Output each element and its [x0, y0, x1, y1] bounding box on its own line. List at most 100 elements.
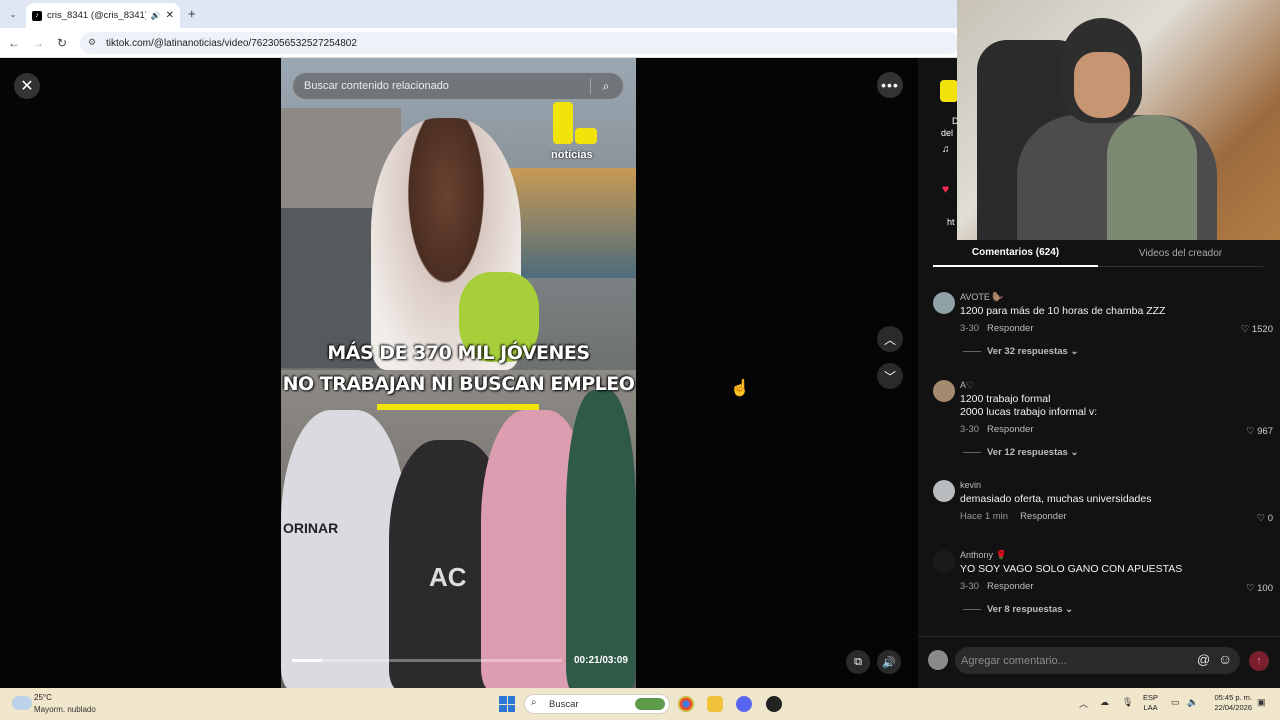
avatar[interactable]: [933, 480, 955, 502]
comment-text: 1200 para más de 10 horas de chamba ZZZ: [960, 305, 1166, 317]
mention-icon[interactable]: @: [1197, 652, 1210, 667]
avatar[interactable]: [933, 380, 955, 402]
chevron-up-icon[interactable]: ︿: [1079, 697, 1088, 710]
speaker-icon[interactable]: 🔊: [151, 11, 161, 20]
comment-date: Hace 1 min: [960, 511, 1009, 522]
chrome-icon[interactable]: [678, 696, 694, 712]
comment-placeholder: Agregar comentario...: [961, 654, 1067, 667]
video-progress-bar[interactable]: [292, 659, 562, 662]
face-shape: [1074, 52, 1130, 118]
reload-button[interactable]: ↻: [52, 33, 72, 53]
view-replies-button[interactable]: Ver 8 respuestas ⌄: [963, 604, 1073, 615]
replies-label: Ver 8 respuestas: [987, 604, 1063, 615]
comment-meta: 3-30 Responder: [960, 581, 1034, 592]
address-bar[interactable]: ⚙ tiktok.com/@latinanoticias/video/76230…: [80, 32, 960, 54]
microphone-icon[interactable]: 🎙: [1122, 697, 1133, 708]
search-icon: ⌕: [531, 697, 537, 708]
heart-outline-icon: ♡: [1256, 513, 1266, 524]
comment-text-line-1: 1200 trabajo formal: [960, 393, 1051, 405]
headline-underline: [377, 404, 539, 410]
avatar[interactable]: [933, 550, 955, 572]
close-icon[interactable]: ✕: [14, 73, 40, 99]
video-progress-fill: [292, 659, 322, 662]
search-divider: [590, 78, 591, 94]
app-icon[interactable]: [766, 696, 782, 712]
keyboard-layout: LAA: [1143, 703, 1158, 712]
reply-button[interactable]: Responder: [987, 424, 1033, 435]
comment-author[interactable]: Anthony 🌹: [960, 550, 1007, 561]
picture-in-picture-icon[interactable]: ⧉: [846, 650, 870, 674]
music-note-icon: ♫: [942, 144, 950, 155]
url-text: tiktok.com/@latinanoticias/video/7623056…: [106, 37, 357, 49]
comment-item: kevin demasiado oferta, muchas universid…: [933, 480, 1273, 530]
chevron-up-icon[interactable]: ︿: [877, 326, 903, 352]
search-icon[interactable]: ⌕: [598, 78, 614, 94]
tab-list-button[interactable]: ⌄: [6, 7, 20, 21]
discord-icon[interactable]: [736, 696, 752, 712]
weather-temperature[interactable]: 25°C: [34, 693, 52, 702]
crowd-person: [566, 390, 636, 688]
comment-author[interactable]: A♡: [960, 380, 974, 391]
view-replies-button[interactable]: Ver 12 respuestas ⌄: [963, 447, 1078, 458]
volume-icon[interactable]: 🔊: [877, 650, 901, 674]
speaker-icon[interactable]: 🔈: [1187, 697, 1198, 708]
related-search-input[interactable]: Buscar contenido relacionado: [292, 72, 624, 100]
reply-button[interactable]: Responder: [987, 323, 1033, 334]
new-tab-button[interactable]: +: [188, 6, 196, 21]
creator-avatar[interactable]: [940, 80, 958, 102]
display-icon[interactable]: ▭: [1171, 697, 1180, 708]
notification-icon[interactable]: ▣: [1257, 697, 1266, 708]
language-code: ESP: [1143, 693, 1159, 702]
system-clock[interactable]: 05:45 p. m. 22/04/2026: [1204, 693, 1252, 713]
like-count: 1520: [1251, 324, 1273, 335]
view-replies-button[interactable]: Ver 32 respuestas ⌄: [963, 346, 1078, 357]
comment-author[interactable]: kevin: [960, 480, 981, 490]
heart-icon[interactable]: ♥: [942, 182, 949, 196]
comment-author[interactable]: AVOTE 🦫: [960, 292, 1004, 303]
header-fragment-2: del: [941, 128, 954, 138]
taskbar-search-label: Buscar: [549, 698, 579, 710]
cloud-icon[interactable]: [12, 696, 32, 710]
replies-label: Ver 32 respuestas: [987, 346, 1068, 357]
comment-meta: 3-30 Responder: [960, 424, 1034, 435]
shirt-text: ORINAR: [283, 520, 339, 536]
site-info-icon[interactable]: ⚙: [88, 37, 96, 48]
tab-creator-videos[interactable]: Videos del creador: [1098, 240, 1263, 267]
network-tray-icon[interactable]: ☁: [1100, 697, 1109, 708]
clock-time: 05:45 p. m.: [1214, 693, 1252, 702]
comment-text: 1200 trabajo formal 2000 lucas trabajo i…: [960, 393, 1230, 419]
avatar[interactable]: [933, 292, 955, 314]
emoji-icon[interactable]: ☺: [1218, 651, 1232, 667]
creator-header-fragment: D del ♫ ♥ ht: [932, 66, 959, 236]
avatar[interactable]: [928, 650, 948, 670]
windows-start-icon[interactable]: [499, 696, 515, 712]
chevron-down-icon[interactable]: ﹀: [877, 363, 903, 389]
comment-item: AVOTE 🦫 1200 para más de 10 horas de cha…: [933, 292, 1273, 362]
search-highlight-image: [635, 698, 665, 710]
back-button[interactable]: ←: [4, 33, 24, 53]
comment-date: 3-30: [960, 581, 980, 592]
send-button[interactable]: ↑: [1249, 651, 1269, 671]
weather-description[interactable]: Mayorm. nublado: [34, 705, 96, 714]
heart-outline-icon: ♡: [1245, 583, 1255, 594]
browser-tab[interactable]: ♪ cris_8341 (@cris_8341) | Tik 🔊 ✕: [26, 3, 180, 28]
reply-button[interactable]: Responder: [987, 581, 1033, 592]
tab-comments[interactable]: Comentarios (624): [933, 240, 1098, 267]
video-player[interactable]: ORINAR AC MÁS DE 370 MIL JÓVENES NO TRAB…: [281, 58, 636, 688]
file-explorer-icon[interactable]: [707, 696, 723, 712]
video-headline: MÁS DE 370 MIL JÓVENES NO TRABAJAN NI BU…: [281, 338, 636, 400]
like-button[interactable]: ♡ 0: [1257, 513, 1273, 524]
like-button[interactable]: ♡ 100: [1246, 583, 1273, 594]
like-button[interactable]: ♡ 967: [1246, 426, 1273, 437]
language-indicator[interactable]: ESP LAA: [1143, 693, 1158, 713]
headline-line-1: MÁS DE 370 MIL JÓVENES: [327, 342, 590, 364]
comment-date: 3-30: [960, 323, 980, 334]
heart-outline-icon: ♡: [1245, 426, 1255, 437]
like-button[interactable]: ♡ 1520: [1241, 324, 1273, 335]
panel-tabs: Comentarios (624) Videos del creador: [933, 240, 1263, 268]
forward-button[interactable]: →: [28, 33, 48, 53]
reply-button[interactable]: Responder: [1020, 511, 1066, 522]
more-options-icon[interactable]: •••: [877, 72, 903, 98]
close-tab-icon[interactable]: ✕: [166, 10, 174, 21]
latina-logo-icon: [551, 102, 599, 146]
